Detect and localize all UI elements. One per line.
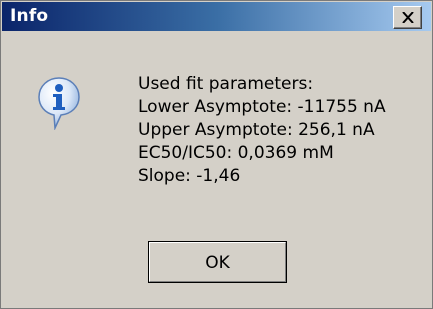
message-line: Upper Asymptote: 256,1 nA — [138, 120, 375, 140]
message-line: Used fit parameters: — [138, 74, 314, 94]
ok-button-label: OK — [205, 253, 230, 273]
ok-button[interactable]: OK — [148, 241, 287, 283]
info-dialog: Info Used fit parameters: Lower Asymptot… — [0, 0, 433, 309]
message-line: Slope: -1,46 — [138, 166, 241, 186]
message-line: EC50/IC50: 0,0369 mM — [138, 143, 334, 163]
dialog-title: Info — [10, 6, 49, 26]
close-icon — [402, 12, 414, 23]
title-bar[interactable]: Info — [2, 2, 431, 31]
close-button[interactable] — [393, 6, 422, 29]
message-text: Used fit parameters: Lower Asymptote: -1… — [138, 73, 386, 188]
info-icon — [37, 76, 81, 131]
message-line: Lower Asymptote: -11755 nA — [138, 97, 386, 117]
